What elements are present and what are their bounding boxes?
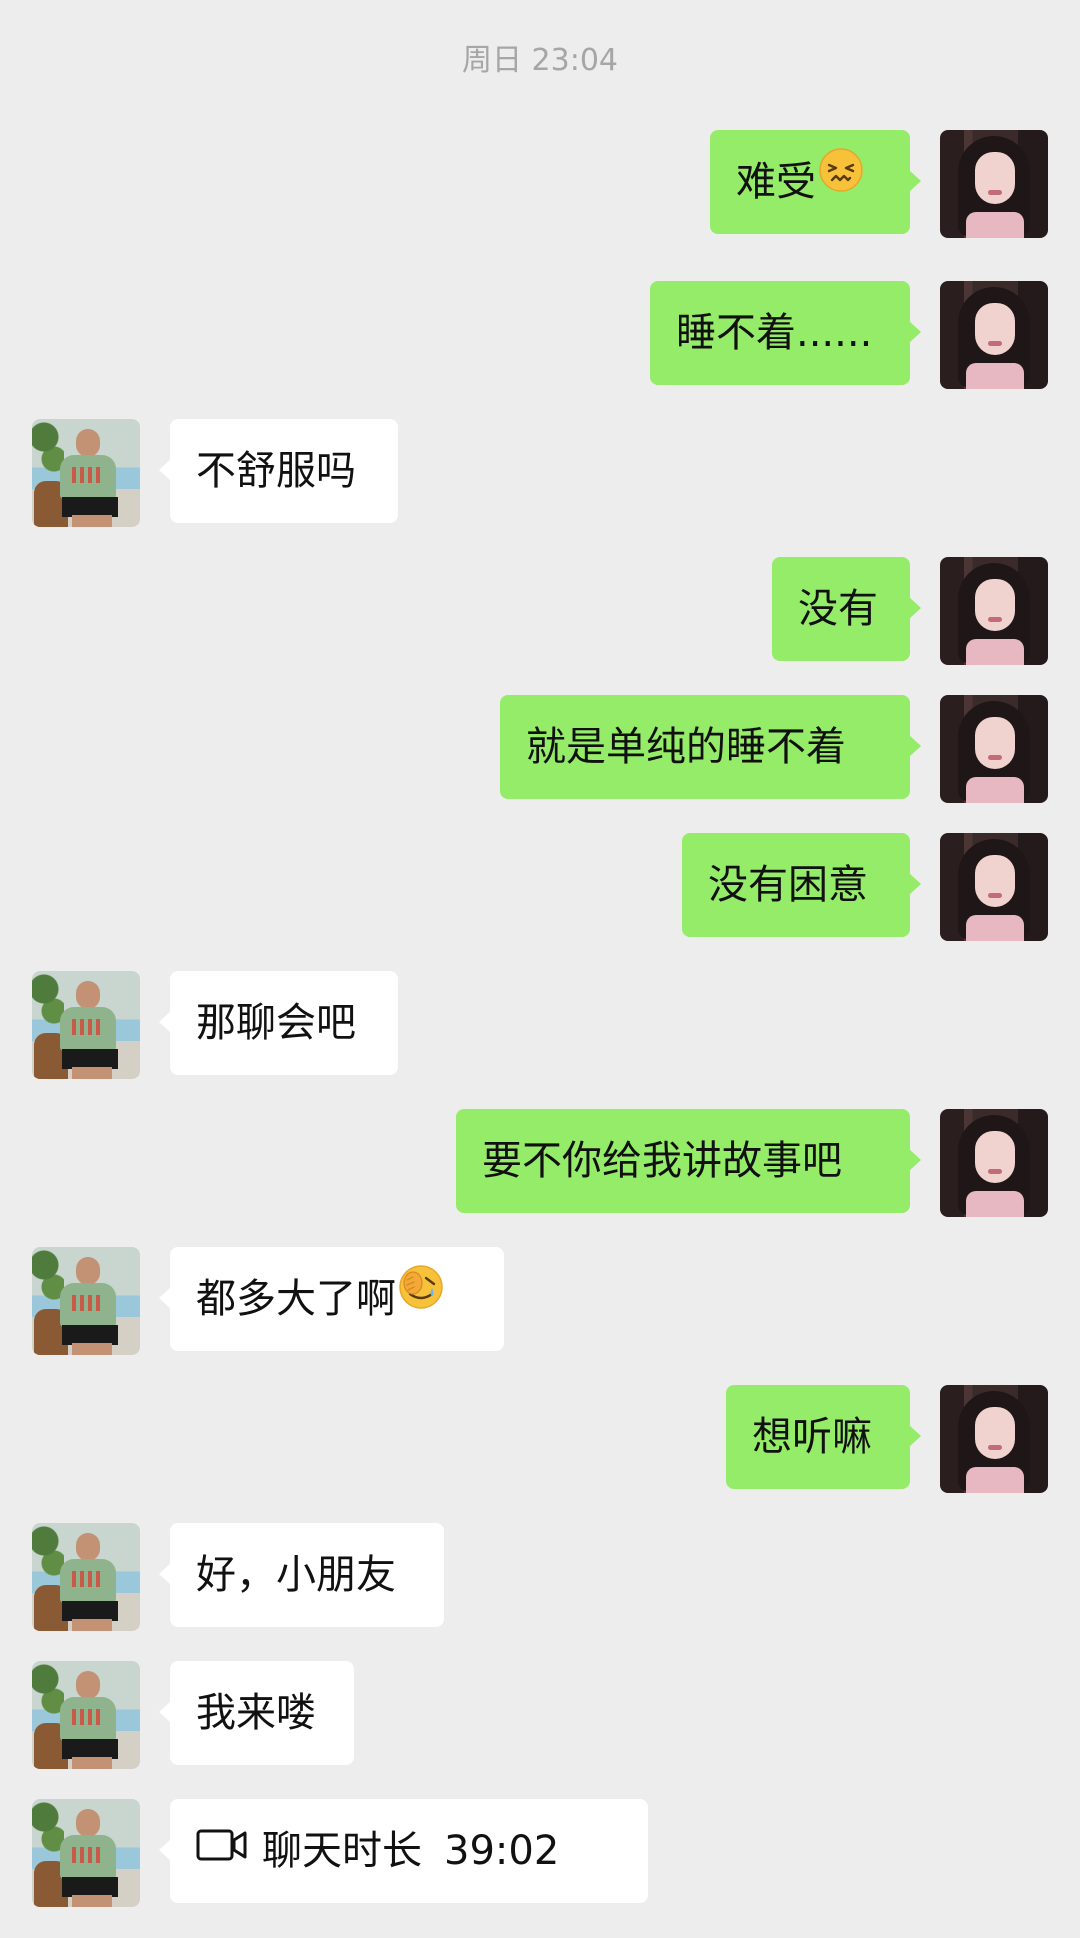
message-bubble-contact[interactable]: 那聊会吧 bbox=[159, 971, 398, 1075]
avatar-contact[interactable] bbox=[32, 1523, 140, 1631]
avatar-contact[interactable] bbox=[32, 1799, 140, 1907]
confounded-face-icon bbox=[818, 128, 864, 232]
message-bubble-self[interactable]: 难受 bbox=[710, 128, 921, 234]
message-text: 都多大了啊 bbox=[196, 1276, 396, 1322]
message-text: 难受 bbox=[736, 159, 816, 205]
message-text: 就是单纯的睡不着 bbox=[526, 724, 846, 770]
message-row: 聊天时长 39:02 bbox=[32, 1799, 732, 1909]
message-text: 想听嘛 bbox=[752, 1414, 872, 1460]
message-text: 我来喽 bbox=[196, 1690, 316, 1736]
avatar-contact[interactable] bbox=[32, 419, 140, 527]
call-duration: 39:02 bbox=[444, 1828, 560, 1874]
avatar-self[interactable] bbox=[940, 1385, 1048, 1493]
message-bubble-contact[interactable]: 都多大了啊 bbox=[159, 1245, 504, 1351]
avatar-contact[interactable] bbox=[32, 971, 140, 1079]
video-camera-icon bbox=[196, 1797, 248, 1901]
message-row: 不舒服吗 bbox=[32, 419, 512, 529]
message-bubble-contact[interactable]: 好，小朋友 bbox=[159, 1523, 444, 1627]
message-text: 睡不着...... bbox=[676, 310, 873, 356]
message-text: 好，小朋友 bbox=[196, 1552, 396, 1598]
message-text: 没有困意 bbox=[708, 862, 868, 908]
message-row: 就是单纯的睡不着 bbox=[408, 695, 1048, 805]
message-row: 想听嘛 bbox=[508, 1385, 1048, 1495]
avatar-self[interactable] bbox=[940, 695, 1048, 803]
call-label: 聊天时长 bbox=[262, 1828, 422, 1874]
message-bubble-self[interactable]: 就是单纯的睡不着 bbox=[500, 695, 921, 799]
avatar-self[interactable] bbox=[940, 833, 1048, 941]
message-text: 要不你给我讲故事吧 bbox=[482, 1138, 842, 1184]
message-bubble-self[interactable]: 没有 bbox=[772, 557, 921, 661]
avatar-self[interactable] bbox=[940, 130, 1048, 238]
avatar-contact[interactable] bbox=[32, 1661, 140, 1769]
message-text: 不舒服吗 bbox=[196, 448, 356, 494]
message-row: 那聊会吧 bbox=[32, 971, 512, 1081]
avatar-self[interactable] bbox=[940, 281, 1048, 389]
video-call-record-bubble[interactable]: 聊天时长 39:02 bbox=[159, 1797, 648, 1903]
avatar-self[interactable] bbox=[940, 1109, 1048, 1217]
facepalm-face-icon bbox=[398, 1245, 444, 1349]
message-bubble-self[interactable]: 没有困意 bbox=[682, 833, 921, 937]
message-row: 好，小朋友 bbox=[32, 1523, 512, 1633]
message-row: 没有困意 bbox=[508, 833, 1048, 943]
message-text: 没有 bbox=[798, 586, 878, 632]
message-row: 要不你给我讲故事吧 bbox=[348, 1109, 1048, 1219]
message-row: 我来喽 bbox=[32, 1661, 512, 1771]
message-bubble-contact[interactable]: 我来喽 bbox=[159, 1661, 354, 1765]
avatar-self[interactable] bbox=[940, 557, 1048, 665]
message-bubble-contact[interactable]: 不舒服吗 bbox=[159, 419, 398, 523]
message-text: 那聊会吧 bbox=[196, 1000, 356, 1046]
message-bubble-self[interactable]: 要不你给我讲故事吧 bbox=[456, 1109, 921, 1213]
message-row: 难受 bbox=[508, 130, 1048, 240]
message-row: 睡不着...... bbox=[508, 281, 1048, 391]
message-row: 没有 bbox=[508, 557, 1048, 667]
avatar-contact[interactable] bbox=[32, 1247, 140, 1355]
chat-timestamp: 周日 23:04 bbox=[462, 43, 618, 78]
message-row: 都多大了啊 bbox=[32, 1247, 592, 1357]
message-bubble-self[interactable]: 睡不着...... bbox=[650, 281, 921, 385]
message-bubble-self[interactable]: 想听嘛 bbox=[726, 1385, 921, 1489]
